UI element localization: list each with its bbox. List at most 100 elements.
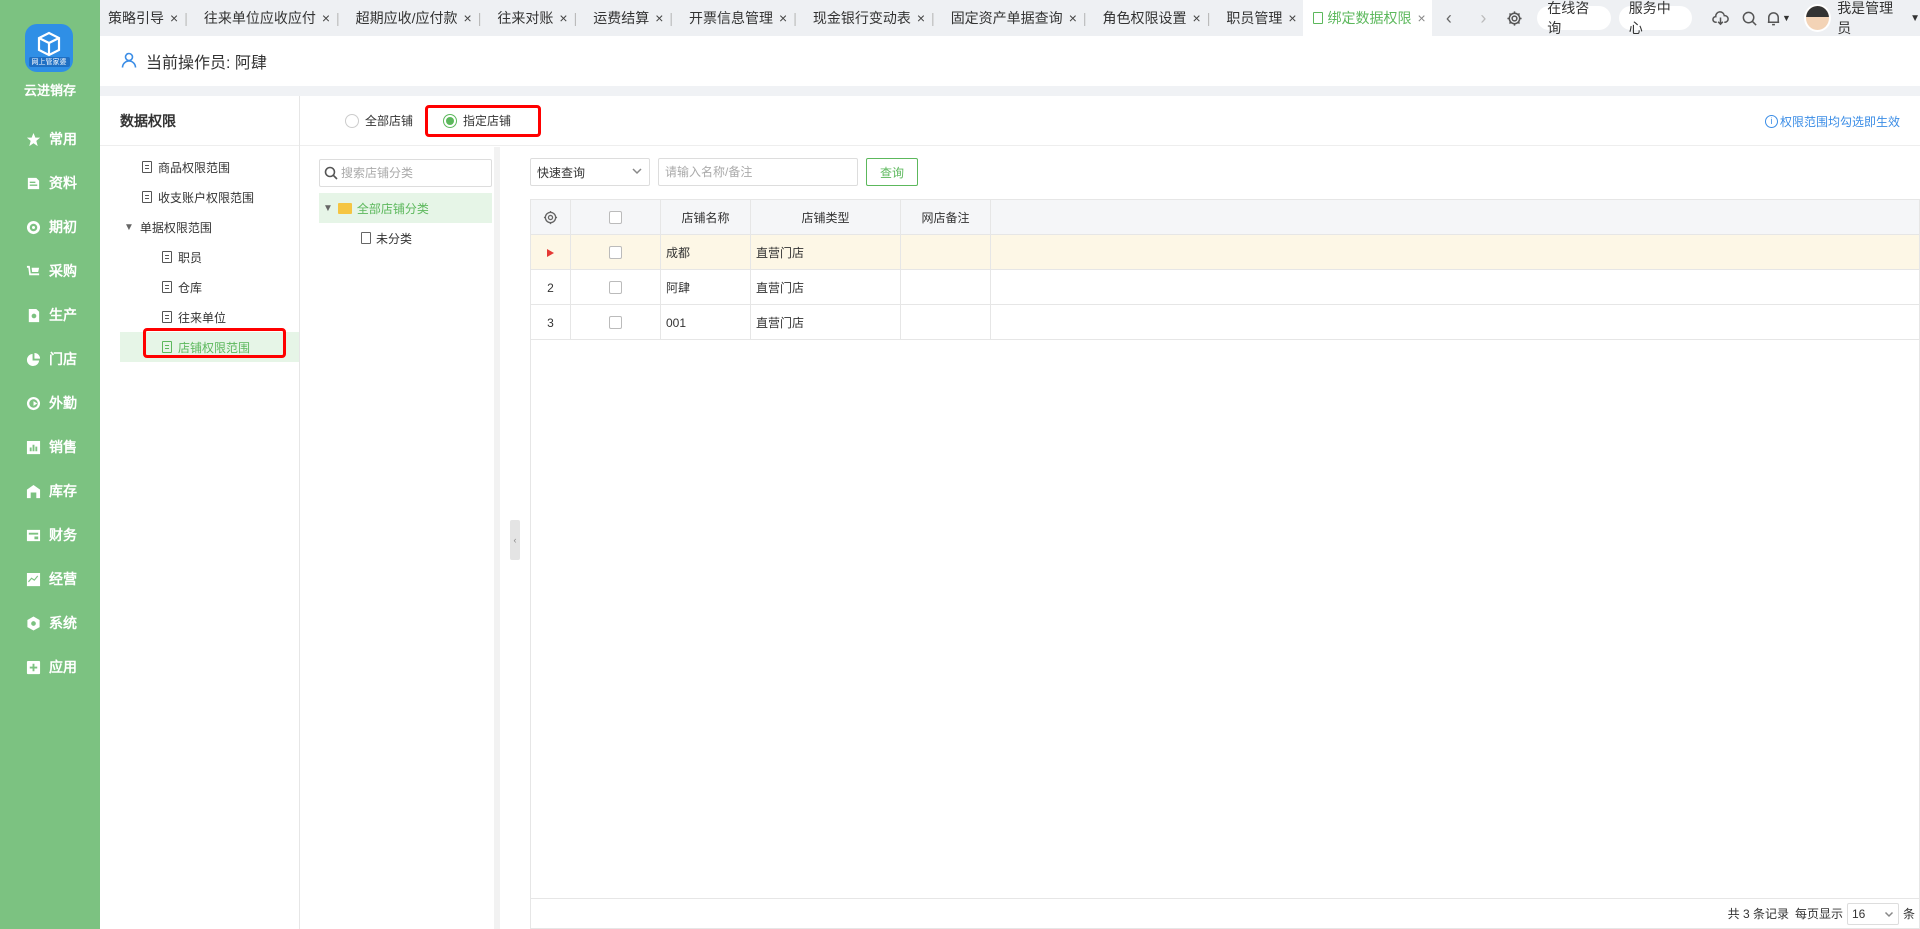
category-search[interactable]: [319, 159, 492, 187]
tab-strategy-guide[interactable]: 策略引导 × |: [100, 0, 194, 36]
name-remark-input[interactable]: [658, 158, 858, 186]
app-logo[interactable]: 网上管家婆: [25, 24, 73, 72]
close-icon[interactable]: ×: [464, 10, 472, 26]
table-row[interactable]: 2 阿肆 直营门店: [531, 270, 1919, 305]
nav-item-common[interactable]: 常用: [0, 117, 100, 161]
close-icon[interactable]: ×: [1069, 10, 1077, 26]
select-value: 快速查询: [537, 165, 586, 180]
nav-item-operation[interactable]: 经营: [0, 557, 100, 601]
tab-receivable-payable[interactable]: 往来单位应收应付 × |: [194, 0, 346, 36]
trend-icon: [25, 571, 41, 587]
tab-reconciliation[interactable]: 往来对账 × |: [487, 0, 583, 36]
tab-overdue[interactable]: 超期应收/应付款 × |: [346, 0, 488, 36]
nav-item-finance[interactable]: 财务: [0, 513, 100, 557]
query-button[interactable]: 查询: [866, 158, 918, 186]
chevron-left-icon: ‹: [513, 535, 517, 545]
tree-item-warehouse[interactable]: 仓库: [100, 272, 299, 302]
tab-next-button[interactable]: ›: [1466, 0, 1500, 36]
cell-store-type: 直营门店: [751, 270, 901, 305]
tab-freight[interactable]: 运费结算 × |: [583, 0, 679, 36]
caret-down-icon[interactable]: ▼: [323, 203, 333, 214]
per-page-label: 每页显示: [1794, 907, 1843, 921]
close-icon[interactable]: ×: [779, 10, 787, 26]
select-all-checkbox[interactable]: [609, 211, 622, 224]
row-checkbox[interactable]: [609, 281, 622, 294]
current-row-arrow-icon: [547, 248, 554, 257]
tree-item-store-scope[interactable]: 店铺权限范围: [120, 332, 299, 362]
tab-settings-button[interactable]: [1501, 0, 1530, 36]
page-header: 当前操作员: 阿肆: [100, 36, 1920, 86]
user-name[interactable]: 我是管理员: [1837, 0, 1904, 38]
tree-item-bill-scope[interactable]: ▼ 单据权限范围: [100, 212, 299, 242]
tab-invoice-info[interactable]: 开票信息管理 × |: [679, 0, 803, 36]
column-settings-button[interactable]: [531, 200, 571, 235]
table-row[interactable]: 3 001 直营门店: [531, 305, 1919, 340]
scope-radio-group: 全部店铺 指定店铺 i 权限范围均勾选即生效: [300, 96, 1920, 146]
radio-specified-stores[interactable]: 指定店铺: [443, 112, 511, 129]
cell-store-remark: [901, 270, 991, 305]
row-checkbox[interactable]: [609, 316, 622, 329]
cell-store-type: 直营门店: [751, 305, 901, 340]
nav-item-field[interactable]: 外勤: [0, 381, 100, 425]
nav-item-system[interactable]: 系统: [0, 601, 100, 645]
download-button[interactable]: [1706, 0, 1735, 36]
radio-all-stores[interactable]: 全部店铺: [345, 112, 413, 129]
category-search-input[interactable]: [341, 166, 481, 180]
close-icon[interactable]: ×: [322, 10, 330, 26]
chevron-right-icon: ›: [1480, 7, 1487, 28]
category-scrollbar[interactable]: [494, 147, 500, 929]
tab-prev-button[interactable]: ‹: [1432, 0, 1466, 36]
tab-bind-data-permission[interactable]: 绑定数据权限 ×: [1302, 0, 1432, 36]
tab-label: 运费结算: [593, 10, 650, 26]
cell-store-type: 直营门店: [751, 235, 901, 270]
column-header-type[interactable]: 店铺类型: [751, 200, 901, 235]
tab-role-permission[interactable]: 角色权限设置 × |: [1093, 0, 1217, 36]
tree-item-label: 单据权限范围: [139, 220, 212, 235]
close-icon[interactable]: ×: [917, 10, 925, 26]
tree-item-staff[interactable]: 职员: [100, 242, 299, 272]
category-uncategorized[interactable]: 未分类: [361, 223, 412, 253]
caret-down-icon[interactable]: ▼: [1910, 13, 1920, 24]
close-icon[interactable]: ×: [170, 10, 178, 26]
row-checkbox[interactable]: [609, 246, 622, 259]
notification-button[interactable]: ▼: [1764, 0, 1793, 36]
caret-down-icon[interactable]: ▼: [124, 222, 134, 233]
column-header-name[interactable]: 店铺名称: [661, 200, 751, 235]
service-center-button[interactable]: 服务中心: [1618, 0, 1693, 36]
nav-item-sales[interactable]: 销售: [0, 425, 100, 469]
tab-cash-bank[interactable]: 现金银行变动表 × |: [803, 0, 941, 36]
tab-staff[interactable]: 职员管理 ×: [1216, 0, 1302, 36]
tab-label: 固定资产单据查询: [950, 10, 1063, 26]
nav-item-production[interactable]: 生产: [0, 293, 100, 337]
close-icon[interactable]: ×: [655, 10, 663, 26]
close-icon[interactable]: ×: [1288, 10, 1296, 26]
category-root[interactable]: ▼ 全部店铺分类: [319, 193, 492, 223]
nav-item-apps[interactable]: 应用: [0, 645, 100, 689]
quick-query-select[interactable]: 快速查询: [530, 158, 650, 186]
main-nav: 常用 资料 期初 采购 生产 门店 外勤 销售 库存 财务 经营 系统 应用: [0, 117, 100, 689]
nav-item-store[interactable]: 门店: [0, 337, 100, 381]
tree-item-account-scope[interactable]: 收支账户权限范围: [100, 182, 299, 212]
nav-item-inventory[interactable]: 库存: [0, 469, 100, 513]
nav-item-purchase[interactable]: 采购: [0, 249, 100, 293]
per-page-select[interactable]: 16: [1846, 902, 1899, 925]
table-footer: 共 3 条记录 每页显示 16 条: [531, 898, 1919, 928]
nav-item-label: 库存: [49, 483, 77, 499]
column-header-remark[interactable]: 网店备注: [901, 200, 991, 235]
search-button[interactable]: [1735, 0, 1764, 36]
nav-item-period[interactable]: 期初: [0, 205, 100, 249]
tree-item-partner[interactable]: 往来单位: [100, 302, 299, 332]
online-consult-button[interactable]: 在线咨询: [1537, 0, 1611, 36]
tab-label: 绑定数据权限: [1327, 10, 1412, 26]
panel-collapse-handle[interactable]: ‹: [510, 520, 520, 560]
nav-item-data[interactable]: 资料: [0, 161, 100, 205]
avatar[interactable]: [1804, 4, 1832, 32]
close-icon[interactable]: ×: [1418, 10, 1426, 26]
nav-item-label: 外勤: [49, 395, 77, 411]
table-row[interactable]: 成都 直营门店: [531, 235, 1919, 270]
tab-fixed-assets[interactable]: 固定资产单据查询 × |: [941, 0, 1093, 36]
tree-item-product-scope[interactable]: 商品权限范围: [100, 152, 299, 182]
tree-item-label: 仓库: [178, 280, 203, 295]
close-icon[interactable]: ×: [559, 10, 567, 26]
close-icon[interactable]: ×: [1193, 10, 1201, 26]
